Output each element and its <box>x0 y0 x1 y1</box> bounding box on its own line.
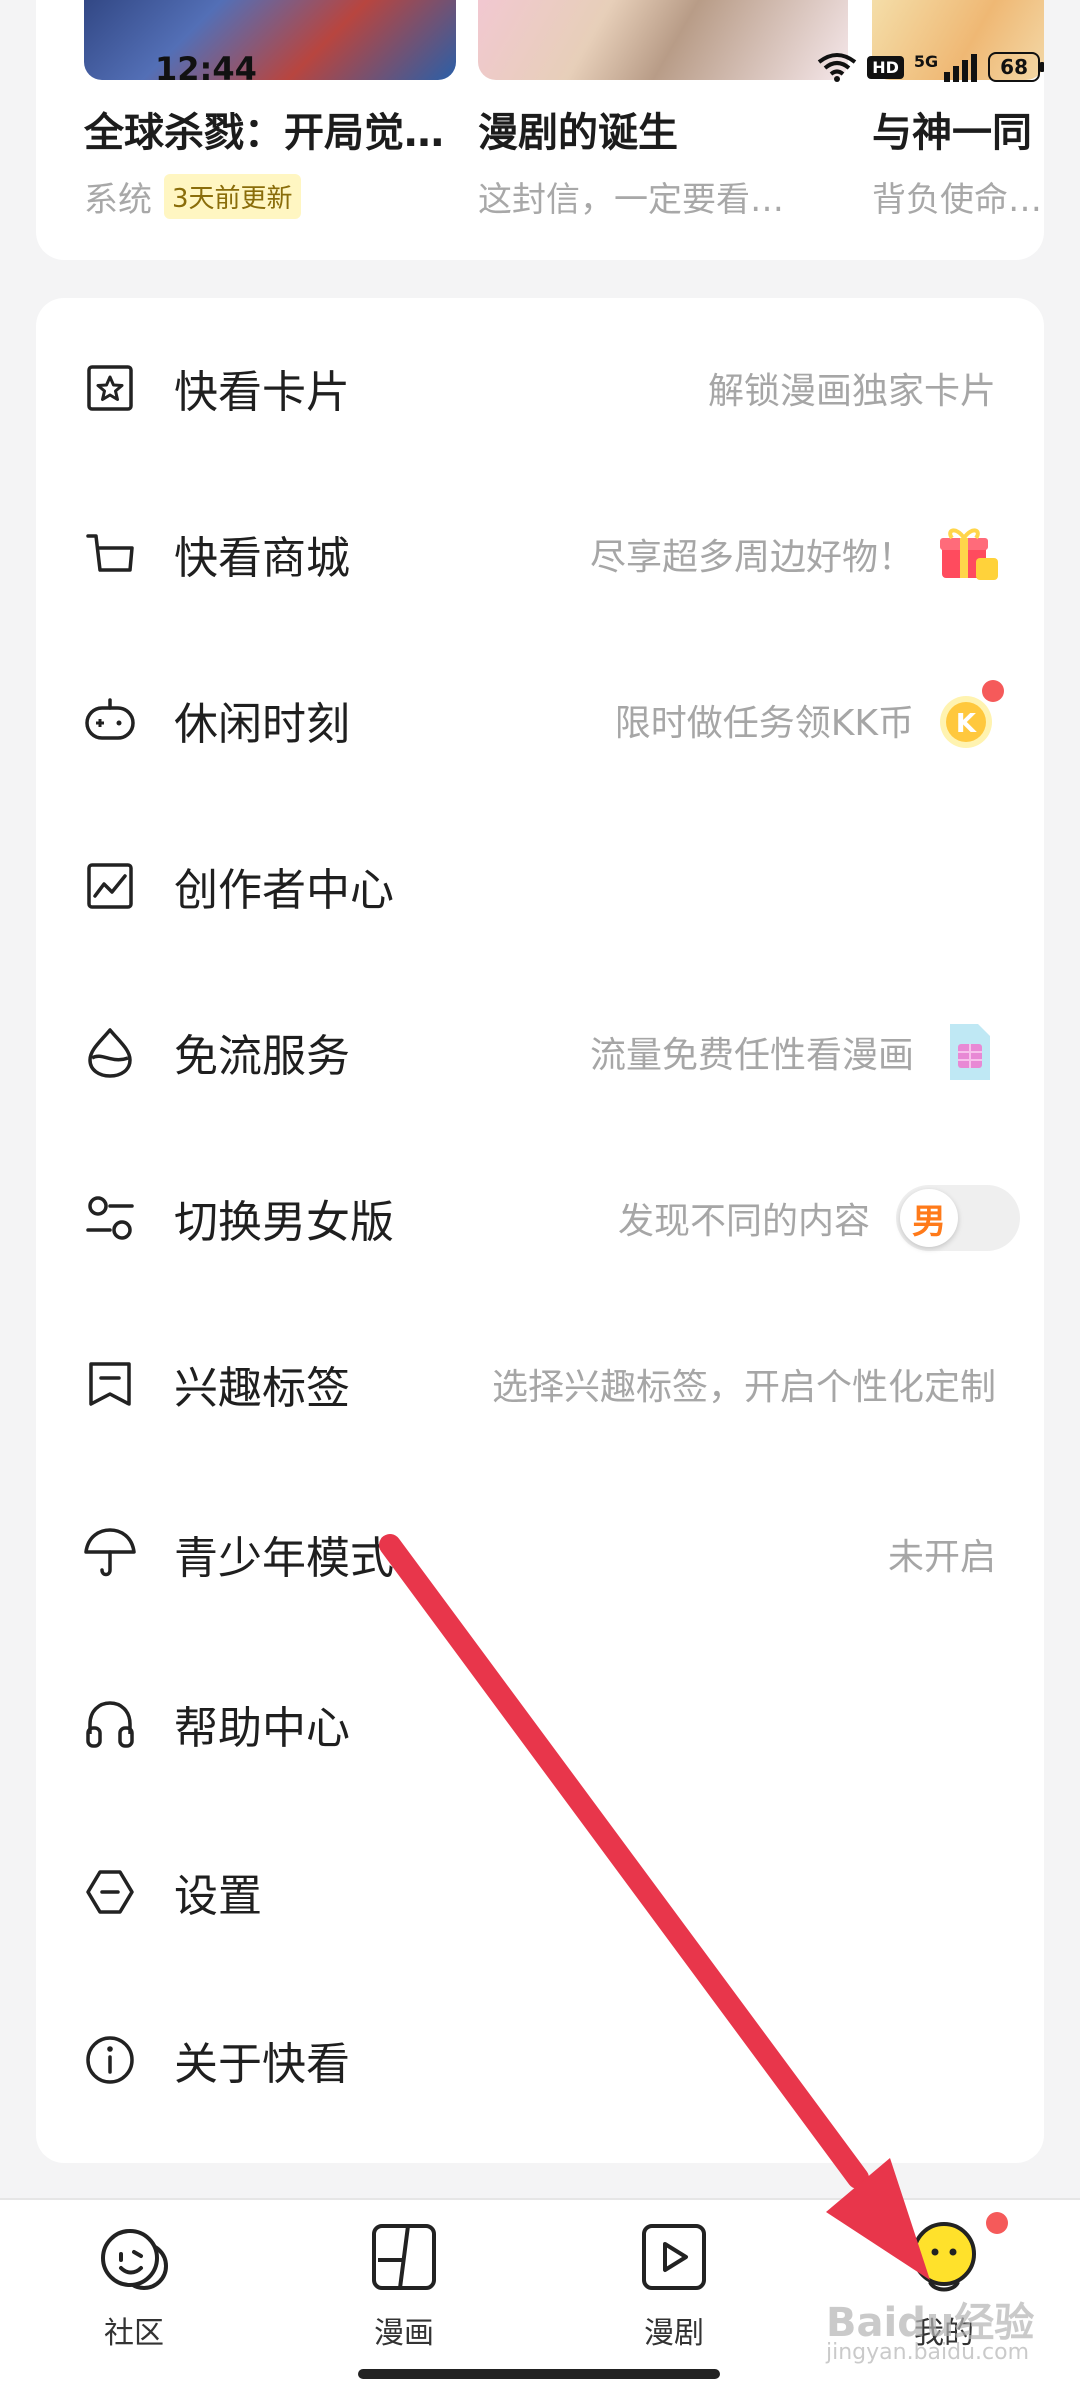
menu-label: 免流服务 <box>174 1031 350 1082</box>
svg-text:K: K <box>956 709 977 739</box>
info-icon <box>82 2032 138 2088</box>
menu-item-mall[interactable]: 快看商城 尽享超多周边好物！ <box>36 494 1044 614</box>
update-tag: 3天前更新 <box>164 174 301 219</box>
notification-dot <box>982 680 1004 702</box>
gamepad-icon <box>82 692 138 748</box>
home-indicator <box>358 2369 720 2379</box>
menu-item-teen-mode[interactable]: 青少年模式 未开启 <box>36 1494 1044 1614</box>
comic-title: 全球杀戮：开局觉… <box>84 110 444 156</box>
drop-icon <box>82 1024 138 1080</box>
cart-icon <box>82 526 138 582</box>
menu-item-free-data[interactable]: 免流服务 流量免费任性看漫画 <box>36 992 1044 1112</box>
gift-icon <box>936 522 1000 586</box>
menu-item-about[interactable]: 关于快看 <box>36 2000 1044 2120</box>
nav-label: 漫画 <box>374 2316 434 2351</box>
comic-description: 背负使命… <box>872 180 1042 220</box>
recent-comic-1[interactable]: 全球杀戮：开局觉… 系统 3天前更新 <box>84 0 456 221</box>
community-icon <box>101 2229 168 2290</box>
menu-label: 青少年模式 <box>174 1533 394 1584</box>
comic-subtitle: 背负使命… <box>872 172 1044 221</box>
menu-hint: 尽享超多周边好物！ <box>590 522 1000 586</box>
menu-hint-text: 发现不同的内容 <box>617 1201 870 1242</box>
menu-hint-text: 限时做任务领KK币 <box>614 703 914 744</box>
play-icon <box>642 2224 706 2290</box>
nav-label: 社区 <box>104 2316 164 2351</box>
menu-hint: 解锁漫画独家卡片 <box>707 371 996 412</box>
comic-title: 与神一同 <box>872 110 1032 156</box>
comic-subtitle: 这封信，一定要看… <box>478 172 848 221</box>
menu-label: 休闲时刻 <box>174 699 350 750</box>
menu-label: 关于快看 <box>174 2039 350 2090</box>
toggle-knob: 男 <box>900 1189 958 1247</box>
comic-title: 漫剧的诞生 <box>478 110 678 156</box>
menu-label: 设置 <box>174 1871 262 1922</box>
menu-label: 快看卡片 <box>174 367 350 418</box>
menu-label: 帮助中心 <box>174 1703 350 1754</box>
comic-subtitle: 系统 3天前更新 <box>84 172 456 221</box>
gender-toggle[interactable]: 男 <box>896 1185 1020 1251</box>
menu-item-interest-tags[interactable]: 兴趣标签 选择兴趣标签，开启个性化定制 <box>36 1324 1044 1444</box>
nav-tab-drama[interactable]: 漫剧 <box>604 2218 744 2352</box>
recent-comic-3[interactable]: 与神一同 背负使命… <box>872 0 1044 221</box>
watermark-url: jingyan.baidu.com <box>826 2340 1030 2365</box>
recent-reading-card: 全球杀戮：开局觉… 系统 3天前更新 漫剧的诞生 这封信，一定要看… 与神一同 … <box>36 0 1044 260</box>
menu-card: 快看卡片 解锁漫画独家卡片 快看商城 尽享超多周边好物！ 休闲时刻 限时做任务领… <box>36 298 1044 2163</box>
menu-label: 创作者中心 <box>174 865 394 916</box>
menu-hint: 限时做任务领KK币 K <box>614 680 1004 752</box>
comic-source: 系统 <box>84 180 152 220</box>
menu-item-help-center[interactable]: 帮助中心 <box>36 1664 1044 1784</box>
menu-item-leisure[interactable]: 休闲时刻 限时做任务领KK币 K <box>36 660 1044 780</box>
profile-icon <box>912 2222 976 2292</box>
headphones-icon <box>82 1696 138 1752</box>
recent-comic-2[interactable]: 漫剧的诞生 这封信，一定要看… <box>478 0 848 221</box>
comic-cover <box>84 0 456 80</box>
menu-hint: 流量免费任性看漫画 <box>590 1020 1000 1084</box>
menu-label: 快看商城 <box>174 533 350 584</box>
star-card-icon <box>82 360 138 416</box>
menu-label: 切换男女版 <box>174 1197 394 1248</box>
switch-icon <box>82 1190 138 1246</box>
menu-item-kuaikan-card[interactable]: 快看卡片 解锁漫画独家卡片 <box>36 328 1044 448</box>
notification-dot <box>986 2212 1008 2234</box>
menu-item-creator-center[interactable]: 创作者中心 <box>36 826 1044 946</box>
menu-hint-text: 流量免费任性看漫画 <box>589 1035 914 1076</box>
menu-label: 兴趣标签 <box>174 1363 350 1414</box>
menu-hint: 未开启 <box>887 1537 996 1578</box>
nav-label: 漫剧 <box>644 2316 704 2351</box>
nav-tab-community[interactable]: 社区 <box>64 2218 204 2352</box>
comic-cover <box>478 0 848 80</box>
menu-item-settings[interactable]: 设置 <box>36 1832 1044 1952</box>
menu-hint: 选择兴趣标签，开启个性化定制 <box>491 1367 996 1408</box>
umbrella-icon <box>82 1526 138 1582</box>
comic-description: 这封信，一定要看… <box>478 180 784 220</box>
sim-card-icon <box>936 1020 1000 1084</box>
comic-cover <box>872 0 1044 80</box>
bookmark-icon <box>82 1356 138 1412</box>
menu-item-gender-switch[interactable]: 切换男女版 发现不同的内容 男 <box>36 1158 1044 1278</box>
menu-hint: 发现不同的内容 男 <box>618 1185 1020 1251</box>
chart-icon <box>82 858 138 914</box>
kk-coin-icon: K <box>936 680 1004 752</box>
comic-icon <box>372 2224 436 2290</box>
nav-tab-comic[interactable]: 漫画 <box>334 2218 474 2352</box>
menu-hint-text: 尽享超多周边好物！ <box>589 537 914 578</box>
settings-icon <box>82 1864 138 1920</box>
